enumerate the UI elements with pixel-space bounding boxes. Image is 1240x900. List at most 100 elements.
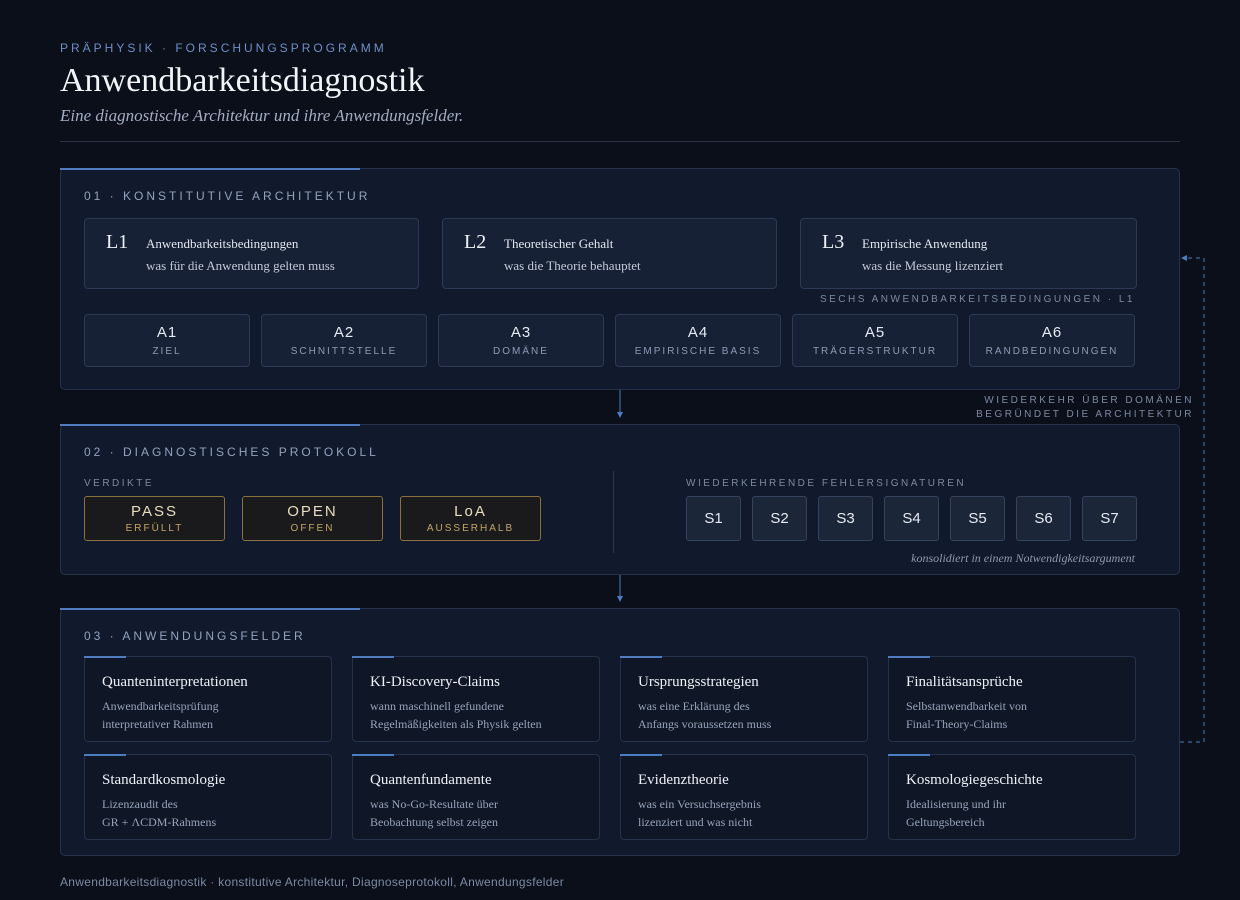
condition-label: RANDBEDINGUNGEN: [985, 346, 1119, 357]
condition-label: DOMÄNE: [493, 346, 549, 357]
condition-label: EMPIRISCHE BASIS: [634, 346, 762, 357]
field-accent: [84, 754, 126, 756]
field-desc-line: wann maschinell gefundene: [370, 699, 504, 713]
condition-label: ZIEL: [152, 346, 182, 357]
condition-a1: A1 ZIEL: [84, 314, 250, 367]
field-desc: Selbstanwendbarkeit von Final-Theory-Clai…: [906, 697, 1126, 733]
layer-code: L3: [822, 231, 845, 253]
field-desc: was ein Versuchsergebnis lizenziert und w…: [638, 795, 858, 831]
field-accent: [620, 656, 662, 658]
section-diagnostic-protocol: 02 · DIAGNOSTISCHES PROTOKOLL VERDIKTE P…: [60, 424, 1180, 575]
field-desc: Anwendbarkeitsprüfung interpretativer Rah…: [102, 697, 322, 733]
field-desc-line: was No-Go-Resultate über: [370, 797, 498, 811]
field-desc-line: interpretativer Rahmen: [102, 717, 213, 731]
verdict-open: OPEN OFFEN: [242, 496, 383, 541]
verdict-key: LoA: [454, 503, 487, 520]
field-ki-discovery-claims: KI-Discovery-Claims wann maschinell gefu…: [352, 656, 600, 742]
field-accent: [84, 656, 126, 658]
layer-title: Anwendbarkeitsbedingungen: [146, 236, 299, 251]
verdicts-label: VERDIKTE: [84, 478, 155, 489]
section-label: 01 · KONSTITUTIVE ARCHITEKTUR: [84, 189, 371, 203]
field-quantenfundamente: Quantenfundamente was No-Go-Resultate üb…: [352, 754, 600, 840]
field-desc-line: GR + ΛCDM-Rahmens: [102, 815, 217, 829]
page-subtitle: Eine diagnostische Architektur und ihre …: [60, 106, 464, 125]
field-accent: [620, 754, 662, 756]
feedback-note: WIEDERKEHR ÜBER DOMÄNEN BEGRÜNDET DIE AR…: [976, 394, 1194, 422]
layer-desc: was für die Anwendung gelten muss: [146, 258, 335, 273]
condition-key: A3: [510, 324, 532, 341]
condition-key: A2: [333, 324, 355, 341]
layer-code: L1: [106, 231, 129, 253]
condition-a5: A5 TRÄGERSTRUKTUR: [792, 314, 958, 367]
field-desc-line: was ein Versuchsergebnis: [638, 797, 761, 811]
condition-a4: A4 EMPIRISCHE BASIS: [615, 314, 781, 367]
layer-l1: L1 Anwendbarkeitsbedingungen was für die…: [84, 218, 419, 289]
signature-s7: S7: [1082, 496, 1137, 541]
field-desc: was No-Go-Resultate über Beobachtung selb…: [370, 795, 590, 831]
section-accent: [60, 424, 360, 426]
field-accent: [352, 656, 394, 658]
condition-a2: A2 SCHNITTSTELLE: [261, 314, 427, 367]
field-accent: [888, 656, 930, 658]
field-title: Kosmologiegeschichte: [906, 772, 1043, 788]
conditions-note: SECHS ANWENDBARKEITSBEDINGUNGEN · L1: [819, 294, 1135, 305]
layer-l2: L2 Theoretischer Gehalt was die Theorie …: [442, 218, 777, 289]
header-divider: [60, 141, 1180, 142]
section-accent: [60, 168, 360, 170]
layer-l3: L3 Empirische Anwendung was die Messung …: [800, 218, 1137, 289]
condition-key: A5: [864, 324, 886, 341]
verdict-loa: LoA AUSSERHALB: [400, 496, 541, 541]
verdict-pass: PASS ERFÜLLT: [84, 496, 225, 541]
field-desc-line: Anfangs voraussetzen muss: [638, 717, 772, 731]
section-application-fields: 03 · ANWENDUNGSFELDER Quanteninterpretat…: [60, 608, 1180, 856]
field-desc-line: Selbstanwendbarkeit von: [906, 699, 1027, 713]
section-accent: [60, 608, 360, 610]
field-evidenztheorie: Evidenztheorie was ein Versuchsergebnis l…: [620, 754, 868, 840]
eyebrow: PRÄPHYSIK · FORSCHUNGSPROGRAMM: [60, 41, 387, 55]
feedback-note-line: WIEDERKEHR ÜBER DOMÄNEN: [984, 395, 1194, 406]
field-desc-line: Beobachtung selbst zeigen: [370, 815, 498, 829]
verdict-key: PASS: [131, 503, 178, 520]
verdict-key: OPEN: [287, 503, 338, 520]
field-ursprungsstrategien: Ursprungsstrategien was eine Erklärung d…: [620, 656, 868, 742]
signature-s2: S2: [752, 496, 807, 541]
section-label: 03 · ANWENDUNGSFELDER: [84, 629, 306, 643]
field-accent: [352, 754, 394, 756]
field-title: Quanteninterpretationen: [102, 674, 248, 690]
field-title: Quantenfundamente: [370, 772, 492, 788]
signatures-note: konsolidiert in einem Notwendigkeitsargu…: [911, 551, 1135, 565]
field-desc: Idealisierung und ihr Geltungsbereich: [906, 795, 1126, 831]
section-constitutive-architecture: 01 · KONSTITUTIVE ARCHITEKTUR L1 Anwendb…: [60, 168, 1180, 390]
field-desc: was eine Erklärung des Anfangs voraussetz…: [638, 697, 858, 733]
field-quanteninterpretationen: Quanteninterpretationen Anwendbarkeitspr…: [84, 656, 332, 742]
field-title: Ursprungsstrategien: [638, 674, 759, 690]
field-title: KI-Discovery-Claims: [370, 674, 500, 690]
signature-s5: S5: [950, 496, 1005, 541]
field-title: Standardkosmologie: [102, 772, 226, 788]
signatures-label: WIEDERKEHRENDE FEHLERSIGNATUREN: [686, 478, 967, 489]
field-desc: Lizenzaudit des GR + ΛCDM-Rahmens: [102, 795, 322, 831]
layer-code: L2: [464, 231, 487, 253]
field-desc-line: Lizenzaudit des: [102, 797, 178, 811]
page-title: Anwendbarkeitsdiagnostik: [60, 62, 425, 99]
field-desc-line: Regelmäßigkeiten als Physik gelten: [370, 717, 542, 731]
condition-label: SCHNITTSTELLE: [290, 346, 398, 357]
condition-label: TRÄGERSTRUKTUR: [812, 346, 938, 357]
condition-a3: A3 DOMÄNE: [438, 314, 604, 367]
field-title: Finalitätsansprüche: [906, 674, 1023, 690]
field-accent: [888, 754, 930, 756]
field-finalitaetsansprueche: Finalitätsansprüche Selbstanwendbarkeit …: [888, 656, 1136, 742]
feedback-loop: [1180, 255, 1205, 743]
field-title: Evidenztheorie: [638, 772, 729, 788]
layer-title: Theoretischer Gehalt: [504, 236, 614, 251]
field-desc-line: lizenziert und was nicht: [638, 815, 753, 829]
field-desc-line: Idealisierung und ihr: [906, 797, 1006, 811]
condition-key: A1: [156, 324, 178, 341]
verdict-label: ERFÜLLT: [125, 523, 184, 534]
field-kosmologiegeschichte: Kosmologiegeschichte Idealisierung und i…: [888, 754, 1136, 840]
signature-s1: S1: [686, 496, 741, 541]
field-desc-line: Final-Theory-Claims: [906, 717, 1008, 731]
field-desc-line: Anwendbarkeitsprüfung: [102, 699, 219, 713]
field-desc: wann maschinell gefundene Regelmäßigkeite…: [370, 697, 590, 733]
signature-s3: S3: [818, 496, 873, 541]
